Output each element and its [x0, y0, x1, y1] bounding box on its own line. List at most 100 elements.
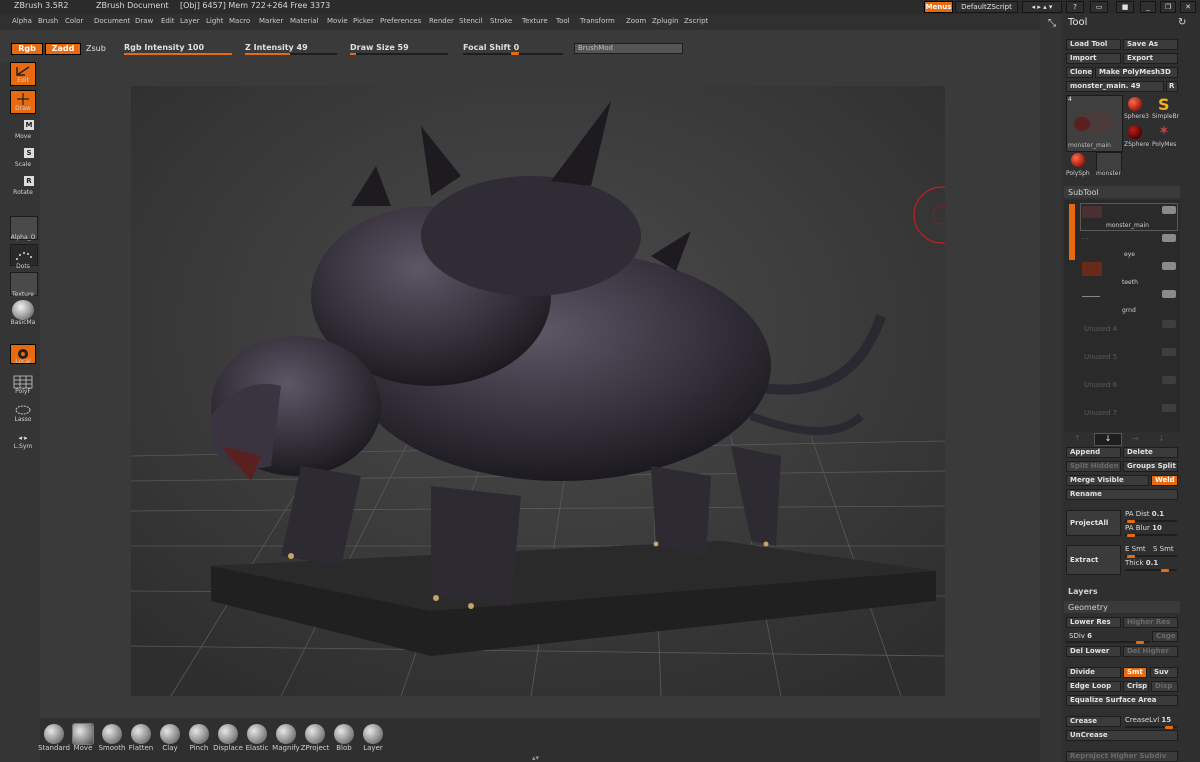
focal-shift-knob[interactable]: [511, 52, 519, 55]
menu-document[interactable]: Document: [94, 17, 130, 25]
menu-texture[interactable]: Texture: [522, 17, 548, 25]
crease-lvl-slider[interactable]: CreaseLvl 15: [1125, 716, 1171, 724]
blob-brush-icon[interactable]: [334, 724, 354, 744]
close-icon[interactable]: ✕: [1180, 1, 1196, 13]
suv-toggle[interactable]: Suv: [1150, 667, 1178, 678]
visibility-eye-icon[interactable]: [1162, 320, 1176, 328]
visibility-eye-icon[interactable]: [1162, 262, 1176, 270]
menu-light[interactable]: Light: [206, 17, 223, 25]
tray-collapse-icon[interactable]: ▴▾: [532, 754, 546, 762]
zproject-brush-icon[interactable]: [305, 724, 325, 744]
zadd-button[interactable]: Zadd: [45, 43, 81, 55]
focal-shift-slider[interactable]: [463, 52, 563, 55]
zsphere-icon[interactable]: [1128, 125, 1142, 139]
polymesh-icon[interactable]: ✶: [1158, 123, 1170, 139]
crisp-toggle[interactable]: Crisp: [1123, 681, 1149, 692]
menu-tool[interactable]: Tool: [556, 17, 570, 25]
flatten-brush-icon[interactable]: [131, 724, 151, 744]
elastic-brush-icon[interactable]: [247, 724, 267, 744]
e-smt-slider[interactable]: E Smt: [1125, 545, 1146, 553]
subtool-header[interactable]: SubTool: [1068, 188, 1099, 197]
thick-slider[interactable]: Thick 0.1: [1125, 559, 1158, 567]
e-smt-knob[interactable]: [1127, 555, 1135, 558]
sdiv-slider[interactable]: SDiv 6: [1069, 632, 1092, 640]
simplebrush-icon[interactable]: S: [1158, 95, 1170, 114]
menu-alpha[interactable]: Alpha: [12, 17, 32, 25]
rgb-button[interactable]: Rgb: [11, 43, 43, 55]
smt-toggle[interactable]: Smt: [1123, 667, 1147, 678]
pinch-brush-icon[interactable]: [189, 724, 209, 744]
symmetry-icon[interactable]: ◂·▸: [13, 434, 33, 442]
groups-split-button[interactable]: Groups Split: [1123, 461, 1178, 472]
project-all-button[interactable]: ProjectAll: [1066, 510, 1121, 536]
clay-brush-icon[interactable]: [160, 724, 180, 744]
visibility-eye-icon[interactable]: [1162, 206, 1176, 214]
save-as-button[interactable]: Save As: [1123, 39, 1178, 50]
reproject-higher-subdiv-button[interactable]: Reproject Higher Subdiv: [1066, 751, 1178, 762]
edge-loop-button[interactable]: Edge Loop: [1066, 681, 1121, 692]
menu-zscript[interactable]: Zscript: [684, 17, 708, 25]
import-button[interactable]: Import: [1066, 53, 1121, 64]
zsub-button[interactable]: Zsub: [86, 44, 106, 53]
split-hidden-button[interactable]: Split Hidden: [1066, 461, 1121, 472]
uncrease-button[interactable]: UnCrease: [1066, 730, 1178, 741]
help-icon[interactable]: ?: [1066, 1, 1084, 13]
current-tool-slider[interactable]: monster_main. 49: [1066, 81, 1164, 92]
visibility-eye-icon[interactable]: [1162, 348, 1176, 356]
clone-button[interactable]: Clone: [1066, 67, 1093, 78]
menu-picker[interactable]: Picker: [353, 17, 374, 25]
displace-brush-icon[interactable]: [218, 724, 238, 744]
scale-icon[interactable]: S: [14, 148, 34, 160]
standard-brush-icon[interactable]: [44, 724, 64, 744]
menu-zplugin[interactable]: Zplugin: [652, 17, 678, 25]
polyframe-icon[interactable]: [13, 375, 33, 389]
merge-visible-button[interactable]: Merge Visible: [1066, 475, 1149, 486]
geometry-section[interactable]: Geometry: [1068, 603, 1108, 612]
brushmod-field[interactable]: BrushMod: [574, 43, 683, 54]
divide-button[interactable]: Divide: [1066, 667, 1121, 678]
lasso-icon[interactable]: [13, 404, 33, 416]
cage-button[interactable]: Cage: [1152, 631, 1178, 642]
del-lower-button[interactable]: Del Lower: [1066, 646, 1121, 657]
z-intensity-slider[interactable]: [245, 53, 337, 55]
tool-menu-icon[interactable]: ⤡: [1048, 18, 1056, 29]
menu-brush[interactable]: Brush: [38, 17, 58, 25]
delete-button[interactable]: Delete: [1123, 447, 1178, 458]
menu-material[interactable]: Material: [290, 17, 318, 25]
magnify-brush-icon[interactable]: [276, 724, 296, 744]
layout-icon[interactable]: ▭: [1090, 1, 1108, 13]
append-button[interactable]: Append: [1066, 447, 1121, 458]
zscript-button[interactable]: DefaultZScript: [955, 1, 1018, 13]
layer-brush-icon[interactable]: [363, 724, 383, 744]
lock-icon[interactable]: ■: [1116, 1, 1134, 13]
sphere3d-icon[interactable]: [1128, 97, 1142, 111]
subtool-scrollbar[interactable]: [1069, 204, 1075, 260]
visibility-eye-icon[interactable]: [1162, 290, 1176, 298]
weld-toggle[interactable]: Weld: [1151, 475, 1178, 486]
pa-blur-knob[interactable]: [1127, 534, 1135, 537]
material-sphere-icon[interactable]: [12, 300, 34, 320]
menu-draw[interactable]: Draw: [135, 17, 153, 25]
restore-icon[interactable]: ❐: [1160, 1, 1176, 13]
menu-zoom[interactable]: Zoom: [626, 17, 646, 25]
arrow-right-icon[interactable]: →: [1132, 434, 1139, 443]
menu-stencil[interactable]: Stencil: [459, 17, 483, 25]
pa-dist-slider[interactable]: PA Dist 0.1: [1125, 510, 1164, 518]
visibility-eye-icon[interactable]: [1162, 404, 1176, 412]
move-icon[interactable]: M: [14, 120, 34, 132]
menu-movie[interactable]: Movie: [327, 17, 348, 25]
s-smt-slider[interactable]: S Smt: [1153, 545, 1174, 553]
rotate-icon[interactable]: R: [14, 176, 34, 188]
menu-stroke[interactable]: Stroke: [490, 17, 512, 25]
menu-marker[interactable]: Marker: [259, 17, 283, 25]
move-up-icon[interactable]: ↑: [1074, 434, 1081, 443]
scroll-arrows-icon[interactable]: ◂ ▸ ▴ ▾: [1022, 1, 1062, 13]
r-button[interactable]: R: [1166, 81, 1178, 92]
menu-macro[interactable]: Macro: [229, 17, 250, 25]
export-button[interactable]: Export: [1123, 53, 1178, 64]
crease-lvl-knob[interactable]: [1165, 726, 1173, 729]
thick-knob[interactable]: [1161, 569, 1169, 572]
draw-size-slider[interactable]: [350, 53, 448, 55]
menu-preferences[interactable]: Preferences: [380, 17, 421, 25]
extract-button[interactable]: Extract: [1066, 545, 1121, 575]
